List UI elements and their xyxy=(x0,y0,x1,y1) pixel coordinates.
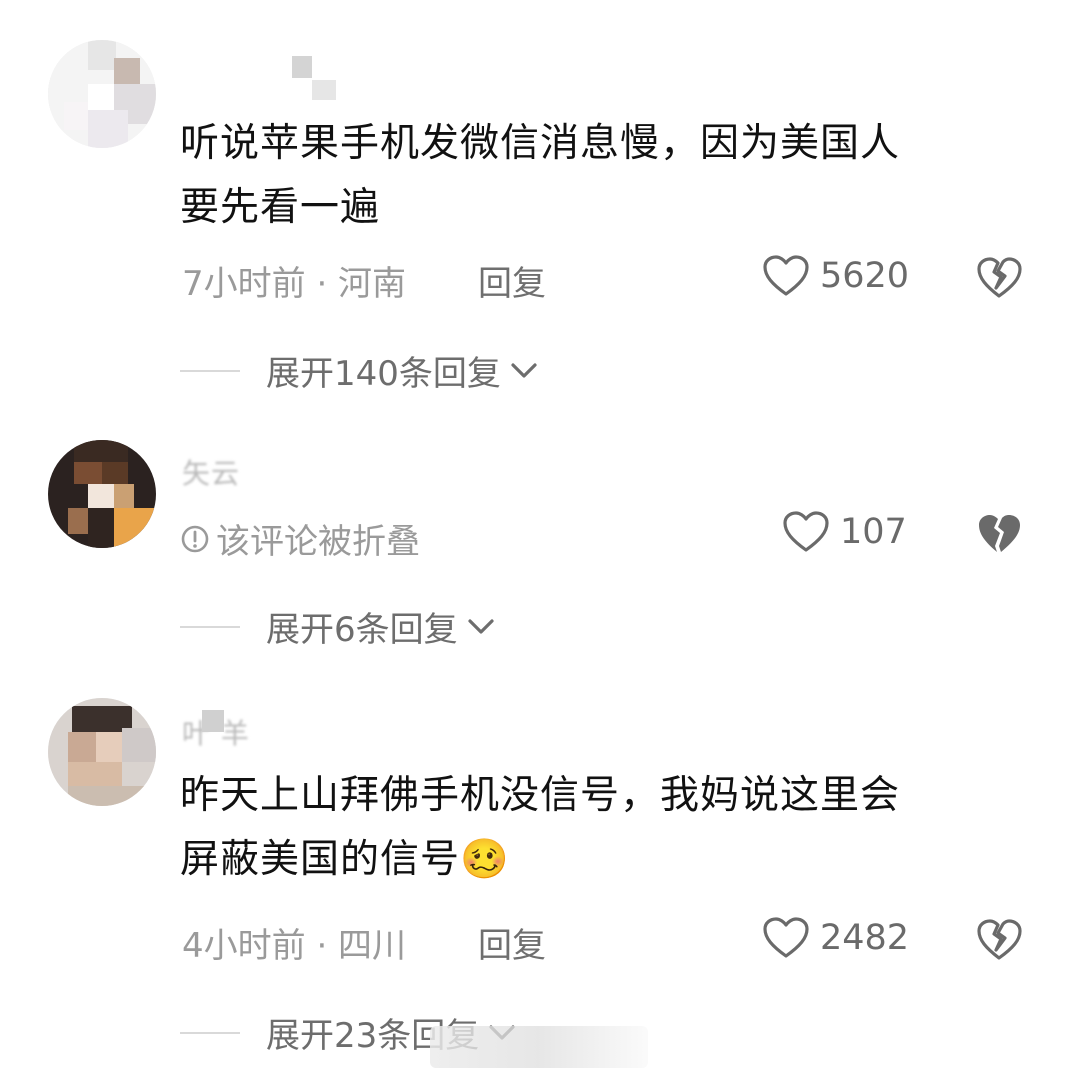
time-location: 4小时前 · 四川 xyxy=(182,926,407,966)
like-button[interactable]: 5620 xyxy=(762,254,909,298)
broken-heart-icon[interactable] xyxy=(976,512,1022,556)
comment-text-line: 听说苹果手机发微信消息慢，因为美国人 xyxy=(180,121,901,166)
avatar[interactable] xyxy=(48,440,156,548)
divider-line xyxy=(180,369,240,372)
heart-outline-icon xyxy=(763,917,809,958)
username[interactable]: 矢云 xyxy=(182,452,240,492)
like-count: 107 xyxy=(840,512,907,552)
divider-line xyxy=(180,625,240,628)
comment-text: 听说苹果手机发微信消息慢，因为美国人 要先看一遍 xyxy=(180,112,1010,240)
comment-text-line: 要先看一遍 xyxy=(180,185,381,230)
username-redacted xyxy=(292,56,312,78)
like-button[interactable]: 2482 xyxy=(762,916,909,960)
comment-text-line: 昨天上山拜佛手机没信号，我妈说这里会 xyxy=(180,773,901,818)
avatar[interactable] xyxy=(48,40,156,148)
expand-replies-button[interactable]: 展开140条回复 xyxy=(180,346,539,395)
watermark-overlay xyxy=(430,1026,648,1068)
comment-meta: 4小时前 · 四川 回复 xyxy=(182,918,546,967)
broken-heart-icon[interactable] xyxy=(976,918,1022,962)
heart-outline-icon xyxy=(783,511,829,552)
username-redacted xyxy=(202,710,224,732)
time-location: 7小时前 · 河南 xyxy=(182,264,407,304)
username-redacted xyxy=(312,80,336,100)
folded-notice: 该评论被折叠 xyxy=(180,514,420,563)
like-count: 5620 xyxy=(820,256,910,296)
comment-meta: 7小时前 · 河南 回复 xyxy=(182,256,546,305)
chevron-down-icon xyxy=(511,362,537,378)
like-count: 2482 xyxy=(820,918,910,958)
comment-text-segment: 屏蔽美国的信号 xyxy=(180,837,461,882)
reply-button[interactable]: 回复 xyxy=(478,918,546,967)
comment-text: 昨天上山拜佛手机没信号，我妈说这里会 屏蔽美国的信号🥴 xyxy=(180,764,1010,892)
info-circle-icon xyxy=(181,525,209,552)
chevron-down-icon xyxy=(468,618,494,634)
heart-outline-icon xyxy=(763,255,809,296)
expand-replies-label: 展开6条回复 xyxy=(266,610,458,650)
woozy-face-emoji: 🥴 xyxy=(460,837,510,882)
like-button[interactable]: 107 xyxy=(782,510,907,554)
expand-replies-label: 展开140条回复 xyxy=(266,354,501,394)
folded-notice-text: 该评论被折叠 xyxy=(216,522,420,562)
divider-line xyxy=(180,1031,240,1034)
reply-button[interactable]: 回复 xyxy=(478,256,546,305)
broken-heart-icon[interactable] xyxy=(976,256,1022,300)
expand-replies-button[interactable]: 展开6条回复 xyxy=(180,602,496,651)
comment-text-line: 屏蔽美国的信号🥴 xyxy=(180,828,1010,892)
avatar[interactable] xyxy=(48,698,156,806)
